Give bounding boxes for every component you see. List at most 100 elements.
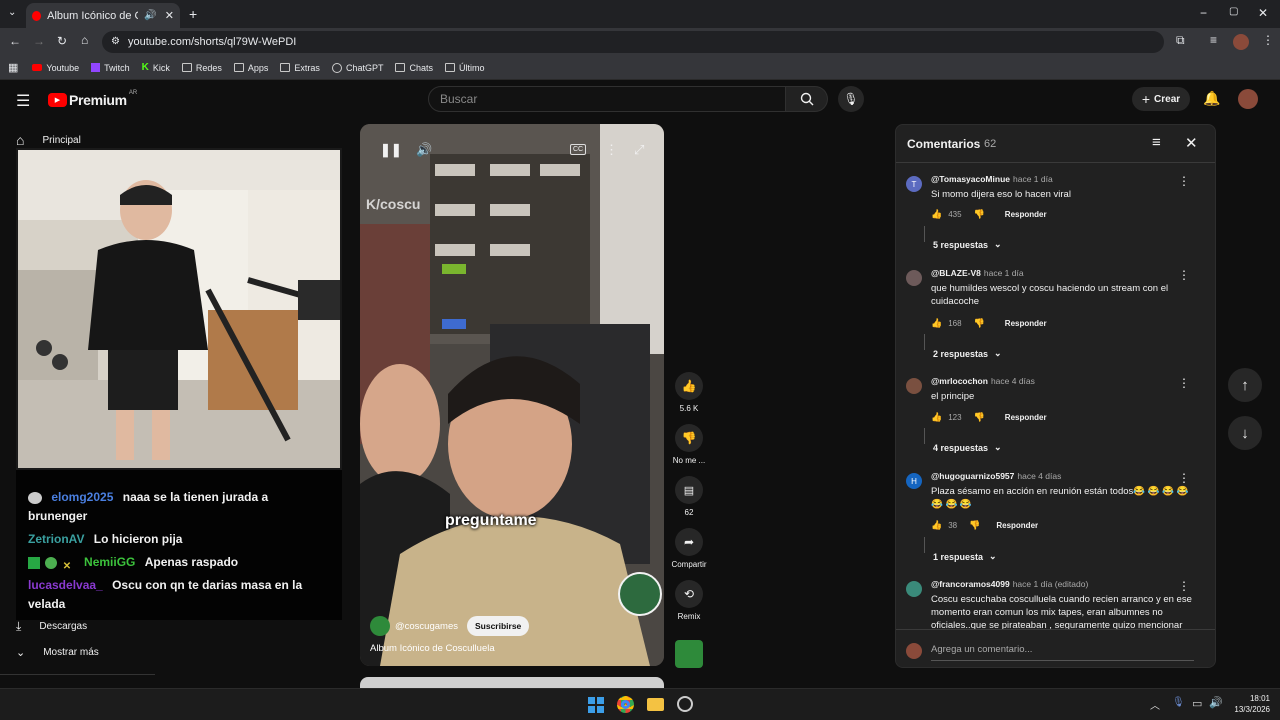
account-avatar[interactable] (1238, 89, 1258, 109)
comment-author[interactable]: @francoramos4099 (931, 579, 1010, 589)
thumbs-down-icon[interactable]: 👎 (974, 412, 985, 423)
youtube-logo[interactable]: ▶ Premium AR (48, 90, 137, 108)
search-input[interactable]: Buscar (428, 86, 786, 112)
close-tab-icon[interactable]: ✕ (165, 9, 174, 22)
thumbs-up-icon[interactable]: 👍 (931, 209, 942, 220)
minimize-icon[interactable]: − (1200, 7, 1207, 19)
replies-toggle[interactable]: 2 respuestas ⌄ (933, 348, 1002, 359)
clock[interactable]: 18:01 13/3/2026 (1226, 693, 1270, 715)
previous-short-button[interactable]: ↑ (1228, 368, 1262, 402)
close-icon[interactable]: ✕ (1185, 134, 1198, 152)
thumbs-up-icon[interactable]: 👍 (931, 412, 942, 423)
address-bar[interactable]: ⚙ youtube.com/shorts/ql79W-WePDI (102, 31, 1164, 53)
create-button[interactable]: + Crear (1132, 87, 1190, 111)
thumbs-down-icon[interactable]: 👎 (974, 318, 985, 329)
sidebar-item-show-more[interactable]: ⌄ Mostrar más (16, 646, 99, 659)
bookmark-extras[interactable]: Extras (280, 63, 320, 73)
menu-dots-icon[interactable]: ⋮ (1262, 34, 1274, 46)
thumbs-up-icon[interactable]: 👍 (931, 520, 942, 531)
bookmark-ultimo[interactable]: Último (444, 63, 484, 73)
reply-button[interactable]: Responder (1005, 210, 1047, 219)
more-options-icon[interactable]: ⋮ (605, 142, 618, 158)
bookmark-twitch[interactable]: Twitch (91, 63, 130, 73)
bookmark-redes[interactable]: Redes (181, 63, 222, 73)
channel-avatar[interactable] (370, 616, 390, 636)
display-icon[interactable]: ▭ (1192, 697, 1202, 710)
browser-tab[interactable]: Album Icónico de Cosculluela 🔊 ✕ (26, 3, 180, 28)
comment-avatar[interactable] (906, 581, 922, 597)
thumbs-up-icon[interactable]: 👍 (931, 318, 942, 329)
maximize-icon[interactable]: ▢ (1229, 7, 1238, 17)
sidebar-item-home[interactable]: ⌂ Principal (16, 132, 81, 148)
windows-start-icon[interactable] (588, 697, 604, 713)
add-comment-input[interactable]: Agrega un comentario... (931, 644, 1032, 655)
channel-name[interactable]: @coscugames (395, 621, 458, 632)
bookmark-chatgpt[interactable]: ChatGPT (331, 62, 383, 73)
hamburger-menu-icon[interactable]: ☰ (16, 91, 30, 111)
back-icon[interactable]: ← (9, 35, 21, 47)
thumbs-down-icon[interactable]: 👎 (974, 209, 985, 220)
close-window-icon[interactable]: ✕ (1258, 7, 1268, 19)
home-icon[interactable]: ⌂ (81, 34, 88, 46)
extensions-icon[interactable]: ⧉ (1176, 34, 1185, 46)
share-button[interactable]: ➦ Compartir (669, 528, 709, 569)
chevron-up-icon[interactable]: ︿ (1150, 697, 1160, 712)
comment-author[interactable]: @BLAZE-V8 (931, 268, 981, 278)
fullscreen-icon[interactable]: ⤢ (634, 142, 644, 158)
file-explorer-icon[interactable] (647, 698, 664, 711)
replies-toggle[interactable]: 1 respuesta ⌄ (933, 551, 997, 562)
reply-button[interactable]: Responder (996, 521, 1038, 530)
subscribe-button[interactable]: Suscribirse (466, 616, 530, 636)
microphone-icon[interactable]: 🎙 (1172, 697, 1185, 708)
dislike-button[interactable]: 👎 No me ... (671, 424, 707, 465)
captions-icon[interactable]: CC (570, 144, 587, 155)
comment-author[interactable]: @hugoguarnizo5957 (931, 471, 1014, 481)
reply-button[interactable]: Responder (1005, 319, 1047, 328)
comment-author[interactable]: @TomasyacoMinue (931, 174, 1010, 184)
forward-icon[interactable]: → (33, 35, 45, 47)
like-button[interactable]: 👍 5.6 K (675, 372, 703, 413)
volume-icon[interactable]: 🔊 (1209, 696, 1223, 709)
next-short-button[interactable]: ↓ (1228, 416, 1262, 450)
comment-more-icon[interactable]: ⋮ (1178, 268, 1190, 282)
tab-search-icon[interactable]: ⌄ (8, 8, 16, 18)
sound-thumbnail[interactable] (675, 640, 703, 668)
chrome-icon[interactable] (617, 696, 634, 713)
comment-author[interactable]: @mrlocochon (931, 376, 988, 386)
voice-search-button[interactable]: 🎙 (838, 86, 864, 112)
bookmark-youtube[interactable]: Youtube (32, 63, 79, 73)
pause-icon[interactable]: ❚❚ (380, 142, 402, 158)
app-icon[interactable] (677, 696, 693, 712)
comment-avatar[interactable]: T (906, 176, 922, 192)
short-video-player[interactable]: K/coscu ❚❚ 🔊 CC ⋮ ⤢ preguntame @coscugam… (360, 124, 664, 666)
reading-list-icon[interactable]: ≡ (1210, 34, 1217, 46)
profile-avatar[interactable] (1233, 34, 1249, 50)
bookmark-kick[interactable]: K Kick (142, 62, 170, 73)
notifications-bell-icon[interactable]: 🔔 (1203, 90, 1220, 107)
apps-grid-icon[interactable]: ▦ (8, 61, 18, 74)
comment-avatar[interactable] (906, 270, 922, 286)
search-button[interactable] (786, 86, 828, 112)
site-info-icon[interactable]: ⚙ (111, 36, 120, 47)
bookmark-apps[interactable]: Apps (233, 63, 268, 73)
reload-icon[interactable]: ↻ (57, 35, 67, 47)
plus-icon: + (1141, 91, 1151, 107)
comment-more-icon[interactable]: ⋮ (1178, 471, 1190, 485)
comment-more-icon[interactable]: ⋮ (1178, 376, 1190, 390)
sidebar-item-downloads[interactable]: ⤓ Descargas (16, 619, 87, 634)
bookmark-chats[interactable]: Chats (395, 63, 433, 73)
replies-toggle[interactable]: 4 respuestas ⌄ (933, 442, 1002, 453)
replies-toggle[interactable]: 5 respuestas ⌄ (933, 239, 1002, 250)
comment-more-icon[interactable]: ⋮ (1178, 174, 1190, 188)
comment-avatar[interactable]: H (906, 473, 922, 489)
comment-avatar[interactable] (906, 378, 922, 394)
comment-more-icon[interactable]: ⋮ (1178, 579, 1190, 593)
comments-button[interactable]: ▤ 62 (675, 476, 703, 517)
sort-icon[interactable]: ≡ (1152, 134, 1161, 151)
thumbs-down-icon[interactable]: 👎 (969, 520, 980, 531)
remix-button[interactable]: ⟲ Remix (675, 580, 703, 621)
new-tab-icon[interactable]: + (189, 7, 197, 21)
volume-icon[interactable]: 🔊 (416, 142, 432, 158)
next-video-preview[interactable] (360, 677, 664, 688)
reply-button[interactable]: Responder (1005, 413, 1047, 422)
